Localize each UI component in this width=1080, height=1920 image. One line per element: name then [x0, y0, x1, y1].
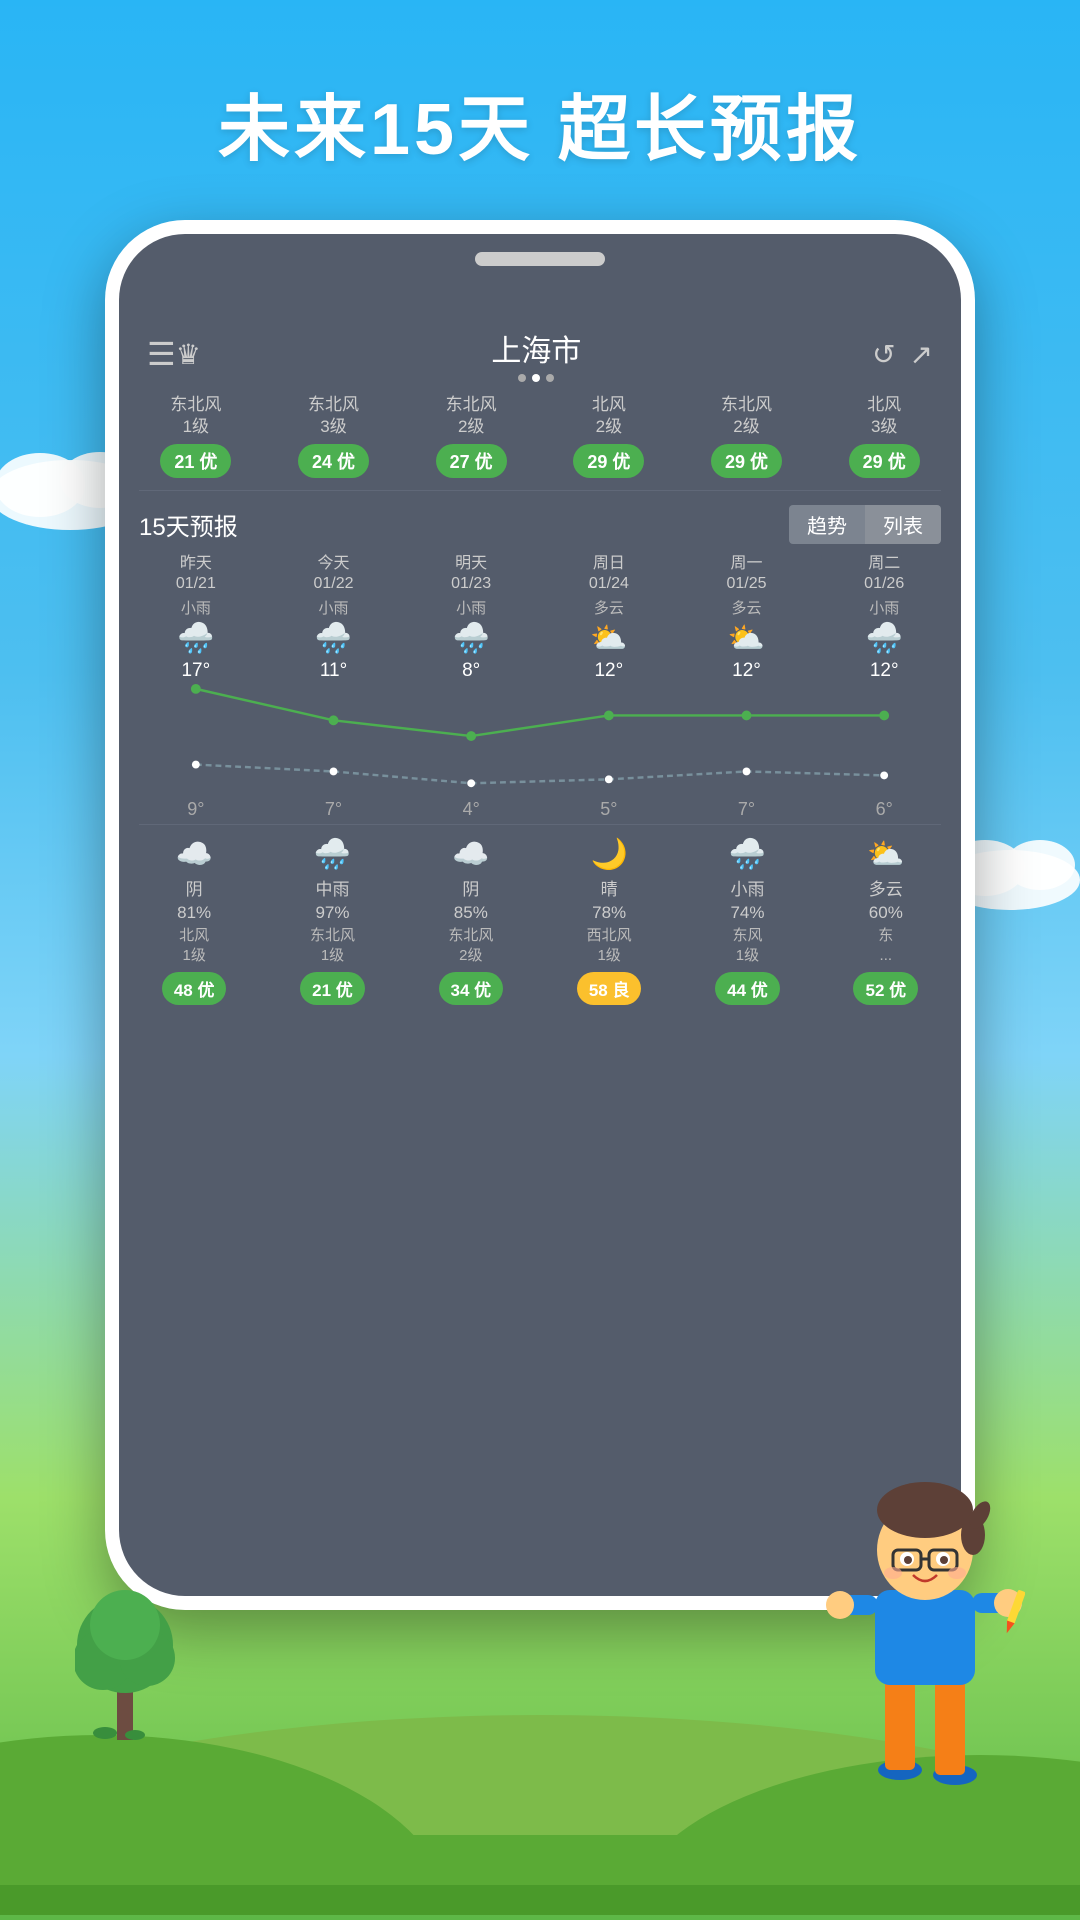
day-2: 明天 01/23 小雨 🌧️: [402, 554, 540, 656]
days-row: 昨天 01/21 小雨 🌧️ 今天 01/22 小雨 🌧️ 明天 01/23 小…: [119, 550, 961, 656]
bottom-day-3: 🌙 晴 78% 西北风 1级 58 良: [540, 837, 678, 1005]
aqi-badge-5: 29 优: [849, 444, 920, 478]
wind-5: 北风 3级: [867, 394, 901, 438]
refresh-icon[interactable]: ↺: [872, 338, 895, 371]
wind-1: 东北风 3级: [308, 394, 359, 438]
day-3: 周日 01/24 多云 ⛅: [540, 554, 678, 656]
forecast-header: 15天预报 趋势 列表: [119, 495, 961, 550]
aqi-badge-2: 27 优: [436, 444, 507, 478]
hero-title: 未来15天 超长预报: [0, 0, 1080, 175]
bottom-day-0: ☁️ 阴 81% 北风 1级 48 优: [125, 837, 263, 1005]
aqi-row: 东北风 1级 21 优 东北风 3级 24 优 东北风 2级 27 优 北风 2…: [119, 388, 961, 486]
day-0: 昨天 01/21 小雨 🌧️: [127, 554, 265, 656]
aqi-col-2: 东北风 2级 27 优: [402, 394, 540, 478]
day-1: 今天 01/22 小雨 🌧️: [265, 554, 403, 656]
day-4: 周一 01/25 多云 ⛅: [678, 554, 816, 656]
aqi-col-3: 北风 2级 29 优: [540, 394, 678, 478]
bottom-day-5: ⛅ 多云 60% 东 ... 52 优: [817, 837, 955, 1005]
aqi-badge-4: 29 优: [711, 444, 782, 478]
day-5: 周二 01/26 小雨 🌧️: [815, 554, 953, 656]
tab-trend[interactable]: 趋势: [789, 505, 865, 544]
aqi-badge-0: 21 优: [160, 444, 231, 478]
phone-frame: ☰ ♛ 上海市 ↺ ↗ 东北风 1级 21 优: [105, 220, 975, 1610]
forecast-title: 15天预报: [139, 507, 238, 542]
tab-list[interactable]: 列表: [865, 505, 941, 544]
city-name: 上海市: [201, 326, 872, 370]
aqi-col-0: 东北风 1级 21 优: [127, 394, 265, 478]
phone-screen: ☰ ♛ 上海市 ↺ ↗ 东北风 1级 21 优: [119, 234, 961, 1596]
bottom-day-1: 🌧️ 中雨 97% 东北风 1级 21 优: [263, 837, 401, 1005]
share-icon[interactable]: ↗: [910, 338, 933, 371]
crown-icon[interactable]: ♛: [176, 338, 201, 371]
aqi-badge-1: 24 优: [298, 444, 369, 478]
aqi-col-1: 东北风 3级 24 优: [265, 394, 403, 478]
menu-icon[interactable]: ☰: [147, 335, 176, 373]
wind-2: 东北风 2级: [446, 394, 497, 438]
bottom-day-4: 🌧️ 小雨 74% 东风 1级 44 优: [678, 837, 816, 1005]
aqi-col-4: 东北风 2级 29 优: [678, 394, 816, 478]
bottom-days-row: ☁️ 阴 81% 北风 1级 48 优 🌧️ 中雨 97% 东北风 1级 21 …: [119, 829, 961, 1005]
temp-chart: 17° 11° 8° 12° 12° 12°: [127, 660, 953, 820]
wind-0: 东北风 1级: [170, 394, 221, 438]
wind-3: 北风 2级: [592, 394, 626, 438]
top-bar: ☰ ♛ 上海市 ↺ ↗: [119, 314, 961, 388]
aqi-badge-3: 29 优: [573, 444, 644, 478]
bottom-day-2: ☁️ 阴 85% 东北风 2级 34 优: [402, 837, 540, 1005]
aqi-col-5: 北风 3级 29 优: [815, 394, 953, 478]
phone-speaker: [475, 252, 605, 266]
wind-4: 东北风 2级: [721, 394, 772, 438]
